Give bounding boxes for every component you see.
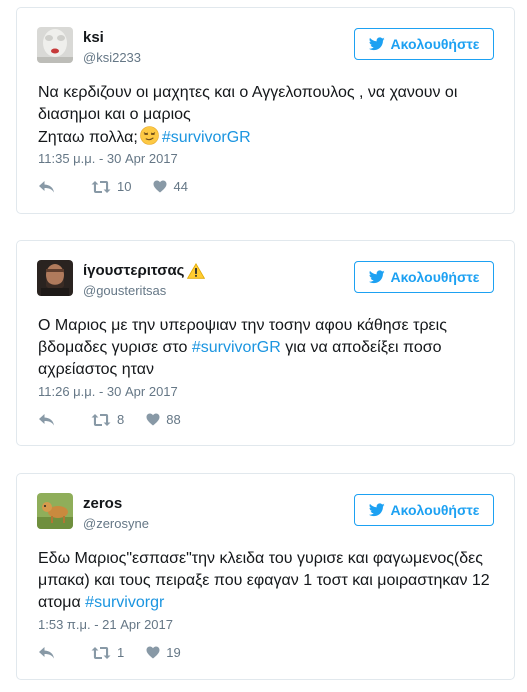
avatar[interactable] bbox=[37, 260, 73, 296]
heart-icon bbox=[153, 180, 167, 193]
tweet-card: ίγουστεριτσας @gousteritsas Ακολουθήστε … bbox=[16, 240, 515, 446]
like-count: 88 bbox=[166, 412, 181, 427]
user-handle[interactable]: @ksi2233 bbox=[83, 50, 141, 65]
reply-icon bbox=[39, 413, 54, 425]
display-name-text: ίγουστεριτσας bbox=[83, 262, 185, 279]
tweet-actions: 1 19 bbox=[38, 645, 203, 660]
hashtag-link[interactable]: #survivorGR bbox=[162, 129, 251, 146]
reply-icon bbox=[39, 646, 54, 658]
tweet-text-line: βδομαδες γυρισε στο bbox=[38, 339, 188, 356]
retweet-button[interactable]: 1 bbox=[91, 645, 124, 660]
twitter-bird-icon bbox=[368, 270, 385, 284]
smirking-face-emoji-icon bbox=[140, 126, 159, 145]
retweet-icon bbox=[91, 646, 111, 659]
user-handle[interactable]: @gousteritsas bbox=[83, 283, 166, 298]
hashtag-link[interactable]: #survivorgr bbox=[85, 594, 164, 611]
user-handle[interactable]: @zerosyne bbox=[83, 516, 149, 531]
retweet-icon bbox=[91, 180, 111, 193]
tweet-text-line: μπακα) και τους πειραξε που εφαγαν 1 τοσ… bbox=[38, 572, 490, 589]
reply-button[interactable] bbox=[38, 413, 55, 427]
display-name[interactable]: ίγουστεριτσας bbox=[83, 262, 206, 279]
tweet-text-line: Ζηταω πολλα; bbox=[38, 129, 138, 146]
retweet-icon bbox=[91, 413, 111, 426]
tweet-card: ksi @ksi2233 Ακολουθήστε Να κερδιζουν οι… bbox=[16, 7, 515, 214]
tweet-text: Ο Μαριος με την υπεροψιαν την τοσην αφου… bbox=[38, 315, 498, 381]
twitter-bird-icon bbox=[368, 503, 385, 517]
retweet-count: 1 bbox=[117, 645, 125, 660]
tweet-actions: 10 44 bbox=[38, 179, 210, 194]
tweet-text-line: Εδω Μαριος"εσπασε"την κλειδα του γυρισε … bbox=[38, 550, 484, 567]
like-count: 44 bbox=[173, 179, 188, 194]
display-name-text: ksi bbox=[83, 29, 104, 46]
tweet-feed: ksi @ksi2233 Ακολουθήστε Να κερδιζουν οι… bbox=[0, 0, 527, 692]
like-count: 19 bbox=[166, 645, 181, 660]
tweet-actions: 8 88 bbox=[38, 412, 203, 427]
tweet-text: Να κερδιζουν οι μαχητες και ο Αγγελοπουλ… bbox=[38, 82, 498, 149]
tweet-card: zeros @zerosyne Ακολουθήστε Εδω Μαριος"ε… bbox=[16, 473, 515, 680]
tweet-text-line: για να αποδείξει ποσο bbox=[285, 339, 442, 356]
hashtag-link[interactable]: #survivorGR bbox=[192, 339, 281, 356]
tweet-text-line: Να κερδιζουν οι μαχητες και ο Αγγελοπουλ… bbox=[38, 84, 458, 101]
display-name-text: zeros bbox=[83, 495, 123, 512]
tweet-text-line: αχρείαστος ηταν bbox=[38, 361, 154, 378]
tweet-text-line: Ο Μαριος με την υπεροψιαν την τοσην αφου… bbox=[38, 317, 447, 334]
reply-icon bbox=[39, 180, 54, 192]
retweet-count: 8 bbox=[117, 412, 125, 427]
reply-button[interactable] bbox=[38, 180, 55, 194]
follow-button[interactable]: Ακολουθήστε bbox=[354, 261, 494, 293]
follow-button-label: Ακολουθήστε bbox=[390, 502, 480, 518]
tweet-timestamp[interactable]: 11:35 μ.μ. - 30 Apr 2017 bbox=[38, 151, 178, 166]
warning-icon bbox=[187, 262, 206, 279]
retweet-count: 10 bbox=[117, 179, 132, 194]
tweet-text: Εδω Μαριος"εσπασε"την κλειδα του γυρισε … bbox=[38, 548, 498, 614]
heart-icon bbox=[146, 413, 160, 426]
display-name[interactable]: zeros bbox=[83, 495, 122, 512]
tweet-text-line: ατομα bbox=[38, 594, 81, 611]
follow-button-label: Ακολουθήστε bbox=[390, 36, 480, 52]
avatar[interactable] bbox=[37, 27, 73, 63]
like-button[interactable]: 88 bbox=[146, 412, 181, 427]
tweet-timestamp[interactable]: 11:26 μ.μ. - 30 Apr 2017 bbox=[38, 384, 178, 399]
reply-button[interactable] bbox=[38, 646, 55, 660]
retweet-button[interactable]: 8 bbox=[91, 412, 124, 427]
follow-button-label: Ακολουθήστε bbox=[390, 269, 480, 285]
follow-button[interactable]: Ακολουθήστε bbox=[354, 494, 494, 526]
like-button[interactable]: 44 bbox=[153, 179, 188, 194]
tweet-text-line: διασημοι και ο μαριος bbox=[38, 106, 191, 123]
heart-icon bbox=[146, 646, 160, 659]
retweet-button[interactable]: 10 bbox=[91, 179, 131, 194]
tweet-timestamp[interactable]: 1:53 π.μ. - 21 Apr 2017 bbox=[38, 617, 173, 632]
follow-button[interactable]: Ακολουθήστε bbox=[354, 28, 494, 60]
twitter-bird-icon bbox=[368, 37, 385, 51]
display-name[interactable]: ksi bbox=[83, 29, 104, 46]
avatar[interactable] bbox=[37, 493, 73, 529]
like-button[interactable]: 19 bbox=[146, 645, 181, 660]
